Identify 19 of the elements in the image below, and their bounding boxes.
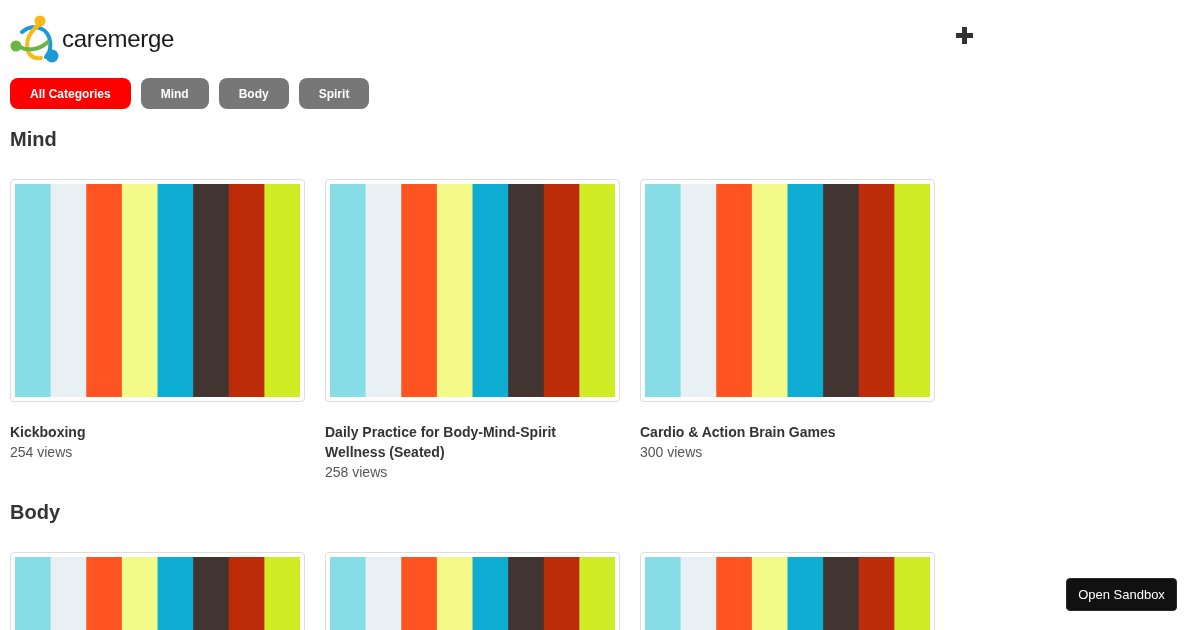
view-count: 258 views [325,463,389,482]
category-filter[interactable]: All Categories [10,78,131,109]
brand-name: caremerge [62,25,174,53]
video-title: Daily Practice for Body-Mind-Spirit Wellness (Seated) [325,423,558,462]
view-count: 300 views [640,443,704,462]
section-heading: Body [10,500,61,524]
video-title: Cardio & Action Brain Games [640,423,837,442]
video-title: Kickboxing [10,423,87,442]
color-bars-thumbnail[interactable] [10,179,305,402]
category-filter[interactable]: Mind [140,78,209,109]
view-count: 254 views [10,443,74,462]
logo-icon [10,14,59,63]
open-sandbox-button[interactable]: Open Sandbox [1066,578,1177,611]
color-bars-thumbnail[interactable] [325,179,620,402]
category-filter[interactable]: Body [218,78,289,109]
plus-icon[interactable] [956,27,973,44]
category-filter[interactable]: Spirit [298,78,370,109]
color-bars-thumbnail[interactable] [640,179,935,402]
section-heading: Mind [10,127,58,151]
